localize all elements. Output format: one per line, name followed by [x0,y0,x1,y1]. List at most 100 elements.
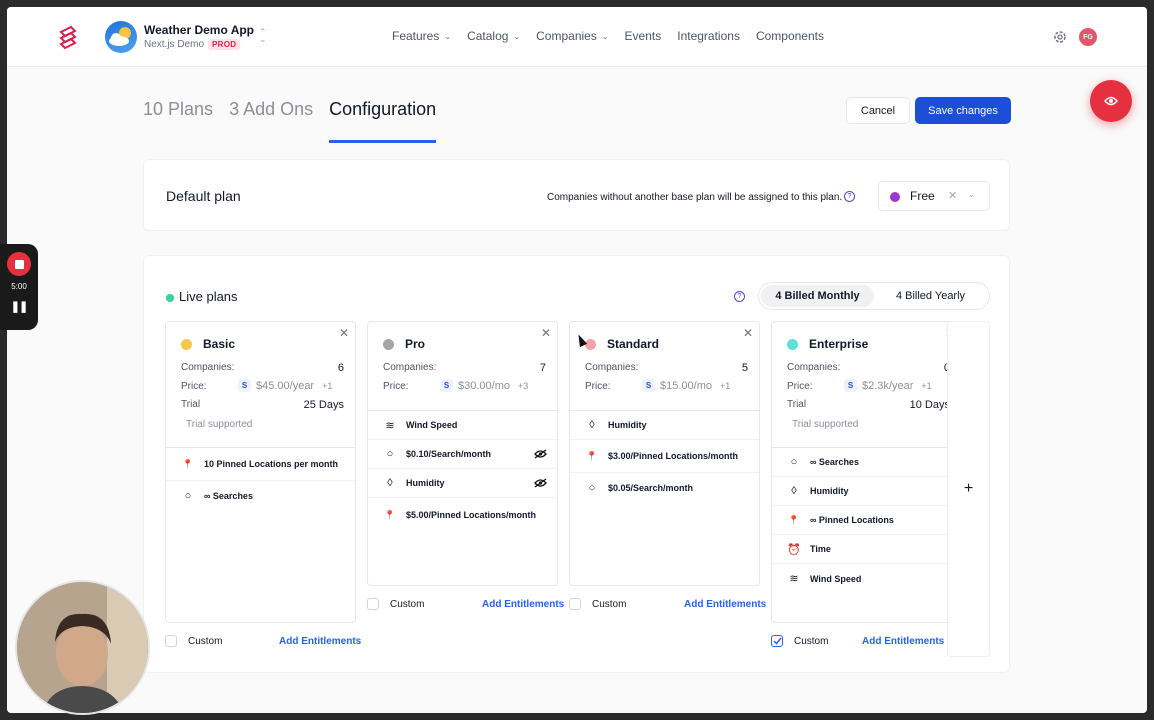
environment-badge: PROD [208,39,241,50]
search-icon: ○ [790,456,798,468]
entitlement-row[interactable]: 📍 10 Pinned Locations per month [166,448,355,481]
custom-checkbox-checked[interactable] [771,635,783,647]
user-avatar[interactable]: FG [1079,28,1097,46]
tab-plans[interactable]: 10 Plans [143,99,213,143]
eye-off-icon[interactable] [534,449,547,459]
entitlement-label: Wind Speed [810,573,862,584]
pause-icon[interactable]: ❚❚ [0,300,38,313]
plan-price[interactable]: S $45.00/year +1 [238,379,332,392]
nav-events[interactable]: Events [625,29,662,43]
gear-icon[interactable] [1052,29,1068,45]
entitlement-row[interactable]: ○ ∞ Searches [772,448,961,477]
stripe-icon: S [440,379,453,392]
plan-card-enterprise[interactable]: Enterprise ✕ Companies: 0 Price: S$2.3k/… [771,321,962,623]
plan-card-basic[interactable]: Basic ✕ Companies: 6 Price: S $45.00/year… [165,321,356,623]
close-icon[interactable]: ✕ [541,326,551,340]
entitlement-row[interactable]: ◊ Humidity [570,411,759,440]
entitlement-row[interactable]: ◊ Humidity [772,477,961,506]
custom-checkbox[interactable] [165,635,177,647]
plan-price[interactable]: S $30.00/mo +3 [440,379,528,392]
presenter-video [17,582,148,713]
custom-checkbox[interactable] [569,598,581,610]
price-label: Price: [585,381,611,392]
entitlement-row[interactable]: ○ $0.10/Search/month [368,440,557,469]
stripe-icon: S [642,379,655,392]
weather-app-icon[interactable] [105,21,137,53]
add-entitlements-link[interactable]: Add Entitlements [279,636,361,647]
trial-label: Trial [787,399,807,410]
entitlement-label: $5.00/Pinned Locations/month [406,509,537,520]
eye-off-icon[interactable] [534,478,547,488]
add-entitlements-link[interactable]: Add Entitlements [684,599,766,610]
app-window: Weather Demo App Next.js Demo PROD ⌃ ⌄ Fe… [7,7,1147,713]
custom-label: Custom [188,635,223,647]
custom-checkbox-row[interactable]: Custom [165,633,222,649]
entitlement-row[interactable]: 📍 $3.00/Pinned Locations/month [570,440,759,473]
save-changes-button[interactable]: Save changes [915,97,1011,124]
search-icon: ○ [386,448,394,460]
custom-checkbox[interactable] [367,598,379,610]
entitlement-row[interactable]: ○ ∞ Searches [166,481,355,510]
close-icon[interactable]: ✕ [743,326,753,340]
close-icon[interactable]: ✕ [339,326,349,340]
brand-logo-icon[interactable] [57,25,79,49]
entitlement-row[interactable]: ≋ Wind Speed [772,564,961,593]
plan-price[interactable]: S $15.00/mo +1 [642,379,730,392]
custom-checkbox-row[interactable]: Custom [771,633,828,649]
chevron-down-icon[interactable]: ⌄ [968,190,975,199]
price-more-badge: +1 [921,380,932,391]
default-plan-select[interactable]: Free ✕ ⌄ [878,181,990,211]
pin-icon: 📍 [384,509,396,520]
entitlement-row[interactable]: 📍 ∞ Pinned Locations [772,506,961,535]
nav-components[interactable]: Components [756,29,824,43]
help-icon[interactable]: ? [734,291,745,302]
billed-yearly-option[interactable]: 4 Billed Yearly [874,285,987,307]
plan-card-pro[interactable]: Pro ✕ Companies: 7 Price: S $30.00/mo +3 ≋… [367,321,558,586]
nav-integrations[interactable]: Integrations [677,29,740,43]
entitlement-row[interactable]: ○ $0.05/Search/month [570,473,759,502]
nav-catalog[interactable]: Catalog ⌄ [467,29,520,43]
top-header: Weather Demo App Next.js Demo PROD ⌃ ⌄ Fe… [7,7,1147,67]
help-icon[interactable]: ? [844,191,855,202]
plan-price[interactable]: S $2.3k/year +1 [844,379,932,392]
search-icon: ○ [184,489,192,502]
entitlement-row[interactable]: 📍 $5.00/Pinned Locations/month [368,498,557,531]
stripe-icon: S [238,379,251,392]
nav-companies[interactable]: Companies ⌄ [536,29,608,43]
nav-features[interactable]: Features ⌄ [392,29,451,43]
entitlement-label: ∞ Searches [204,490,253,501]
default-plan-title: Default plan [166,188,241,204]
add-plan-button[interactable]: + [947,321,990,657]
billed-monthly-option[interactable]: 4 Billed Monthly [761,285,874,307]
default-plan-note: Companies without another base plan will… [547,192,843,203]
custom-checkbox-row[interactable]: Custom [569,596,626,612]
nav-label: Companies [536,29,597,43]
entitlement-label: Wind Speed [406,420,458,430]
preview-fab-button[interactable] [1090,80,1132,122]
entitlement-row[interactable]: ⏰ Time [772,535,961,564]
plan-header: Standard ✕ Companies: 5 Price: S $15.00/m… [570,322,759,411]
companies-label: Companies: [787,362,841,373]
app-title[interactable]: Weather Demo App [144,23,254,37]
tab-configuration[interactable]: Configuration [329,99,437,143]
app-switcher-icon[interactable]: ⌃ ⌄ [259,28,267,44]
stop-icon [14,259,24,269]
companies-count: 6 [337,362,344,374]
plan-color-dot [383,339,394,350]
price-value: $2.3k/year [862,379,914,392]
stop-recording-button[interactable] [7,252,31,276]
custom-checkbox-row[interactable]: Custom [367,596,424,612]
entitlement-row[interactable]: ≋ Wind Speed [368,411,557,440]
entitlement-row[interactable]: ◊ Humidity [368,469,557,498]
tab-add-ons[interactable]: 3 Add Ons [229,99,313,143]
add-entitlements-link[interactable]: Add Entitlements [482,599,564,610]
price-more-badge: +1 [322,380,333,391]
recorder-panel: 5:00 ❚❚ [0,244,38,330]
plan-card-standard[interactable]: Standard ✕ Companies: 5 Price: S $15.00/m… [569,321,760,586]
cancel-button[interactable]: Cancel [846,97,910,124]
clear-icon[interactable]: ✕ [948,189,957,202]
plan-tabs: 10 Plans 3 Add Ons Configuration [143,99,452,143]
entitlement-label: $0.10/Search/month [406,449,492,459]
droplet-icon: ◊ [387,477,393,489]
add-entitlements-link[interactable]: Add Entitlements [862,636,944,647]
